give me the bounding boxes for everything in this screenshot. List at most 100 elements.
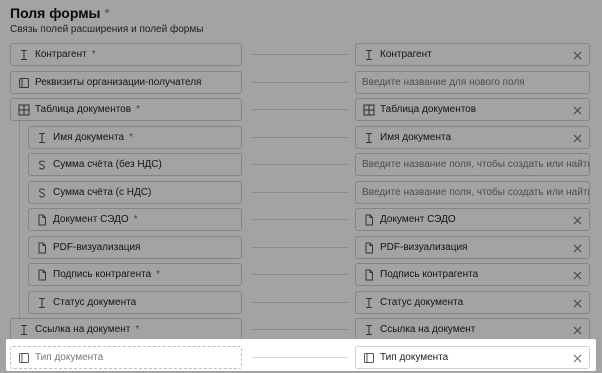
currency-icon xyxy=(35,186,49,200)
document-icon xyxy=(35,268,49,282)
form-field-select[interactable]: Тип документа xyxy=(355,346,590,369)
extension-field-label: Документ СЭДО xyxy=(53,214,129,225)
close-icon[interactable] xyxy=(571,132,583,144)
extension-field: Таблица документов * xyxy=(10,98,242,121)
form-field-placeholder: Введите название для нового поля xyxy=(362,77,525,88)
page-title: Поля формы * xyxy=(10,5,110,21)
extension-field: Документ СЭДО * xyxy=(28,208,242,231)
mapping-row: Документ СЭДО * Документ СЭДО xyxy=(0,208,602,232)
form-field-select[interactable]: Имя документа xyxy=(355,126,590,149)
page-subtitle: Связь полей расширения и полей формы xyxy=(10,24,204,35)
text-field-icon xyxy=(17,323,31,337)
text-field-icon xyxy=(35,296,49,310)
close-icon[interactable] xyxy=(571,214,583,226)
close-icon[interactable] xyxy=(571,49,583,61)
form-field-select[interactable]: Таблица документов xyxy=(355,98,590,121)
connector-line xyxy=(252,302,348,303)
required-mark: * xyxy=(135,324,140,335)
extension-field: Сумма счёта (с НДС) xyxy=(28,181,242,204)
text-field-icon xyxy=(362,296,376,310)
extension-field: Сумма счёта (без НДС) xyxy=(28,153,242,176)
text-field-icon xyxy=(362,323,376,337)
form-field-label: PDF-визуализация xyxy=(380,242,468,253)
form-field-input[interactable]: Введите название поля, чтобы создать или… xyxy=(355,181,590,204)
document-icon xyxy=(362,213,376,227)
extension-field-label: Реквизиты организации-получателя xyxy=(35,77,202,88)
close-icon[interactable] xyxy=(571,269,583,281)
table-icon xyxy=(362,103,376,117)
extension-field: Подпись контрагента * xyxy=(28,263,242,286)
document-icon xyxy=(35,241,49,255)
text-field-icon xyxy=(362,131,376,145)
document-icon xyxy=(362,268,376,282)
connector-line xyxy=(252,137,348,138)
connector-line xyxy=(252,82,348,83)
extension-field: Статус документа xyxy=(28,291,242,314)
connector-line xyxy=(252,357,348,358)
mapping-row: Тип документа Тип документа xyxy=(0,346,602,370)
table-icon xyxy=(17,103,31,117)
document-icon xyxy=(362,241,376,255)
extension-field-label: Статус документа xyxy=(53,297,137,308)
connector-line xyxy=(252,329,348,330)
extension-field: Ссылка на документ * xyxy=(10,318,242,341)
mapping-row: Реквизиты организации-получателя Введите … xyxy=(0,71,602,95)
form-field-label: Таблица документов xyxy=(380,104,477,115)
required-mark: * xyxy=(156,269,161,280)
required-mark: * xyxy=(104,5,110,21)
extension-field-label: Контрагент xyxy=(35,49,87,60)
connector-line xyxy=(252,219,348,220)
required-mark: * xyxy=(91,49,96,60)
extension-field: PDF-визуализация xyxy=(28,236,242,259)
form-field-label: Контрагент xyxy=(380,49,432,60)
form-field-label: Имя документа xyxy=(380,132,452,143)
form-field-select[interactable]: PDF-визуализация xyxy=(355,236,590,259)
mapping-row: Таблица документов * Таблица документов xyxy=(0,98,602,122)
form-field-label: Подпись контрагента xyxy=(380,269,479,280)
form-field-select[interactable]: Статус документа xyxy=(355,291,590,314)
requisites-icon xyxy=(362,351,376,365)
connector-line xyxy=(252,247,348,248)
form-field-label: Ссылка на документ xyxy=(380,324,476,335)
extension-field-label: PDF-визуализация xyxy=(53,242,141,253)
extension-field-label: Тип документа xyxy=(35,352,104,363)
mapping-row: Имя документа * Имя документа xyxy=(0,126,602,150)
close-icon[interactable] xyxy=(571,324,583,336)
required-mark: * xyxy=(133,214,138,225)
close-icon[interactable] xyxy=(571,352,583,364)
mapping-row: Подпись контрагента * Подпись контрагента xyxy=(0,263,602,287)
mapping-row: PDF-визуализация PDF-визуализация xyxy=(0,236,602,260)
connector-line xyxy=(252,109,348,110)
form-field-placeholder: Введите название поля, чтобы создать или… xyxy=(362,159,590,170)
form-field-label: Статус документа xyxy=(380,297,464,308)
document-icon xyxy=(35,213,49,227)
required-mark: * xyxy=(136,104,140,115)
extension-field: Реквизиты организации-получателя xyxy=(10,71,242,94)
required-mark: * xyxy=(129,132,133,143)
mapping-row: Статус документа Статус документа xyxy=(0,291,602,315)
form-field-input[interactable]: Введите название поля, чтобы создать или… xyxy=(355,153,590,176)
close-icon[interactable] xyxy=(571,242,583,254)
form-field-select[interactable]: Контрагент xyxy=(355,43,590,66)
form-field-select[interactable]: Подпись контрагента xyxy=(355,263,590,286)
close-icon[interactable] xyxy=(571,104,583,116)
form-field-select[interactable]: Документ СЭДО xyxy=(355,208,590,231)
extension-field-label: Сумма счёта (без НДС) xyxy=(53,159,162,170)
form-field-input[interactable]: Введите название для нового поля xyxy=(355,71,590,94)
close-icon[interactable] xyxy=(571,297,583,309)
connector-line xyxy=(252,274,348,275)
currency-icon xyxy=(35,158,49,172)
connector-line xyxy=(252,192,348,193)
connector-line xyxy=(252,54,348,55)
form-field-select[interactable]: Ссылка на документ xyxy=(355,318,590,341)
mapping-row: Сумма счёта (с НДС) Введите название поля… xyxy=(0,181,602,205)
extension-field: Тип документа xyxy=(10,346,242,369)
page-title-text: Поля формы xyxy=(10,5,101,21)
requisites-icon xyxy=(17,76,31,90)
extension-field-label: Ссылка на документ xyxy=(35,324,131,335)
requisites-icon xyxy=(17,351,31,365)
text-field-icon xyxy=(362,48,376,62)
mapping-row: Сумма счёта (без НДС) Введите название по… xyxy=(0,153,602,177)
form-field-placeholder: Введите название поля, чтобы создать или… xyxy=(362,187,590,198)
extension-field-label: Имя документа xyxy=(53,132,125,143)
